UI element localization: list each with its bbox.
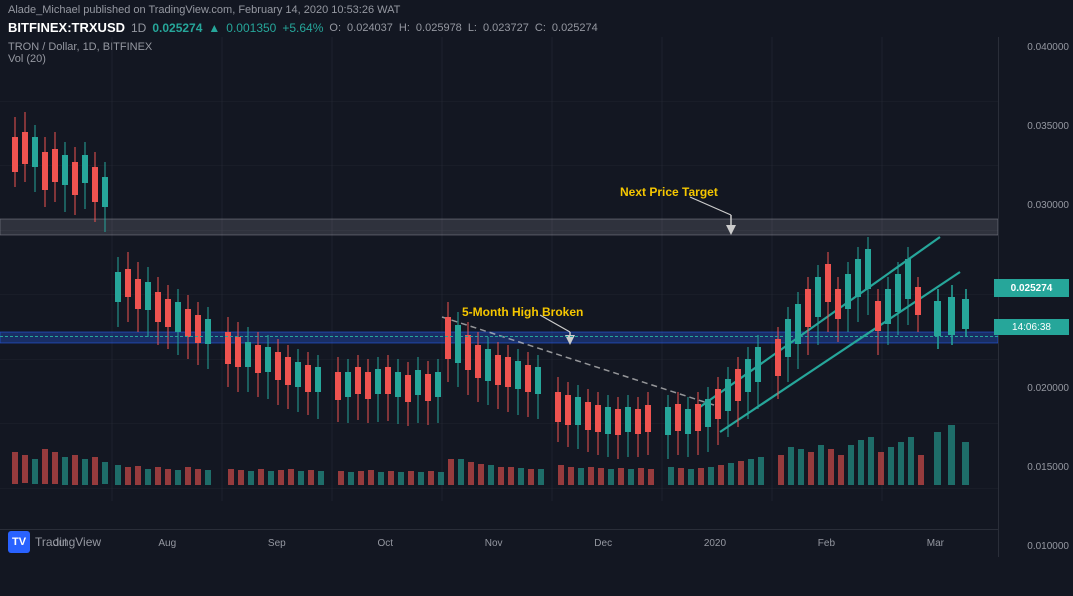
tv-logo: TV TradingView — [8, 531, 101, 553]
ticker-price: 0.025274 — [152, 21, 202, 35]
ticker-timeframe: 1D — [131, 21, 146, 35]
time-axis: Jul Aug Sep Oct Nov Dec 2020 Feb Mar — [0, 529, 998, 557]
price-axis: 0.040000 0.035000 0.030000 0.025274 14:0… — [998, 37, 1073, 557]
ticker-change-amount: 0.001350 — [226, 21, 276, 35]
annotation-five-month-high: 5-Month High Broken — [462, 305, 583, 319]
time-label-mar: Mar — [927, 538, 944, 549]
price-label-6: 0.010000 — [1003, 541, 1069, 552]
price-label-3: 0.030000 — [1003, 200, 1069, 211]
time-label-dec: Dec — [594, 538, 612, 549]
time-label-oct: Oct — [377, 538, 393, 549]
chart-container[interactable]: TRON / Dollar, 1D, BITFINEX Vol (20) — [0, 37, 1073, 557]
publisher-text: Alade_Michael published on TradingView.c… — [8, 4, 400, 16]
tv-icon: TV — [8, 531, 30, 553]
ticker-low-label: L: — [468, 22, 477, 34]
annotation-next-price-target: Next Price Target — [620, 185, 718, 199]
ticker-open: 0.024037 — [347, 22, 393, 34]
time-label-feb: Feb — [818, 538, 835, 549]
ticker-bar: BITFINEX:TRXUSD 1D 0.025274 ▲ 0.001350 +… — [0, 18, 1073, 37]
ticker-high: 0.025978 — [416, 22, 462, 34]
ticker-change-pct: +5.64% — [282, 21, 323, 35]
chart-svg — [0, 37, 998, 529]
ticker-high-label: H: — [399, 22, 410, 34]
ticker-close-label: C: — [535, 22, 546, 34]
ticker-open-label: O: — [329, 22, 341, 34]
ticker-symbol: BITFINEX:TRXUSD — [8, 20, 125, 35]
time-label-aug: Aug — [158, 538, 176, 549]
price-label-2: 0.035000 — [1003, 121, 1069, 132]
ticker-low: 0.023727 — [483, 22, 529, 34]
time-label-2020: 2020 — [704, 538, 726, 549]
time-label-sep: Sep — [268, 538, 286, 549]
price-label-1: 0.040000 — [1003, 42, 1069, 53]
chart-area: TRON / Dollar, 1D, BITFINEX Vol (20) — [0, 37, 998, 529]
ticker-close: 0.025274 — [552, 22, 598, 34]
price-label-5: 0.015000 — [1003, 462, 1069, 473]
current-price-line — [0, 336, 998, 337]
publisher-header: Alade_Michael published on TradingView.c… — [0, 0, 1073, 18]
time-label-nov: Nov — [485, 538, 503, 549]
price-label-4: 0.020000 — [1003, 383, 1069, 394]
ticker-change-arrow: ▲ — [208, 21, 220, 35]
current-time-badge: 14:06:38 — [994, 319, 1069, 335]
current-price-badge: 0.025274 — [994, 279, 1069, 297]
tv-text: TradingView — [35, 535, 101, 549]
